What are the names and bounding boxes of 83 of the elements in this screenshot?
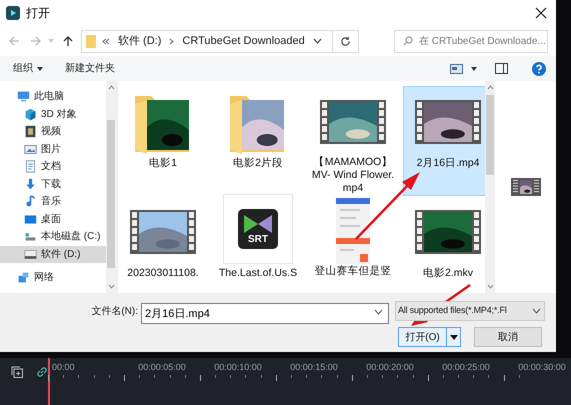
sidebar-item[interactable]: 图片	[0, 140, 106, 158]
scroll-up-icon[interactable]	[108, 85, 114, 90]
computer-icon	[17, 90, 30, 104]
file-item[interactable]: 电影2.mkv	[403, 196, 485, 293]
file-item[interactable]: 202303011108.	[118, 196, 208, 293]
scroll-down-icon[interactable]	[486, 284, 494, 289]
file-name: 电影2片段	[232, 157, 284, 170]
time-label: 00:00	[52, 361, 75, 374]
sidebar-item[interactable]: 音乐	[0, 193, 106, 210]
sidebar-item[interactable]: 软件 (D:)	[0, 246, 106, 263]
preview-pane-icon[interactable]	[495, 63, 508, 74]
drive-icon	[24, 248, 37, 261]
time-label: 00:00:25:00	[442, 361, 490, 374]
dropdown-icon[interactable]	[471, 66, 477, 70]
refresh-icon[interactable]	[340, 36, 351, 46]
new-folder-button[interactable]: 新建文件夹	[65, 61, 115, 76]
time-label: 00:00:15:00	[290, 361, 338, 374]
subtitle-file-icon	[238, 209, 278, 249]
time-label: 00:00:20:00	[366, 361, 414, 374]
file-type-label: SRT	[247, 233, 269, 247]
view-icon[interactable]	[450, 64, 463, 74]
add-track-icon[interactable]	[11, 366, 23, 378]
file-item[interactable]: 登山赛车但是竖	[308, 196, 398, 293]
network-icon	[17, 271, 30, 284]
time-label: 00:00:30:00	[518, 361, 566, 374]
scrollbar[interactable]	[485, 81, 495, 293]
chevron-down-icon[interactable]	[374, 308, 383, 314]
sidebar-item[interactable]: 桌面	[0, 210, 106, 228]
caret-icon	[37, 66, 43, 70]
file-name: 电影1	[148, 157, 178, 170]
file-name: The.Last.of.Us.S	[218, 267, 298, 280]
sidebar-item[interactable]: 网络	[0, 269, 106, 286]
file-name: 登山赛车但是竖	[314, 265, 392, 278]
cube-icon	[24, 108, 37, 121]
file-item[interactable]: 电影1	[118, 86, 208, 196]
file-name-label: 文件名(N):	[90, 304, 139, 318]
sidebar-item[interactable]: 文档	[0, 158, 106, 176]
close-icon[interactable]	[535, 7, 547, 19]
file-name: 2月16日.mp4	[416, 157, 480, 170]
chevron-right-icon[interactable]	[169, 38, 174, 44]
document-icon	[24, 160, 37, 174]
sidebar-item[interactable]: 本地磁盘 (C:)	[0, 228, 106, 246]
sidebar-item[interactable]: 此电脑	[0, 88, 106, 106]
file-name-field[interactable]: 2月16日.mp4	[141, 302, 389, 324]
file-item[interactable]: 2月16日.mp4	[403, 86, 485, 196]
desktop-icon	[24, 212, 37, 226]
chevron-down-icon[interactable]	[313, 38, 322, 44]
address-bar[interactable]: 软件 (D:) CRTubeGet Downloaded	[81, 30, 359, 52]
overflow-chevron-icon[interactable]	[102, 38, 110, 44]
file-type-dropdown[interactable]: All supported files(*.MP4;*.Fl	[395, 301, 545, 321]
file-name: 202303011108.	[126, 267, 200, 280]
breadcrumb-link[interactable]: CRTubeGet Downloaded	[182, 32, 305, 50]
music-note-icon	[24, 195, 37, 208]
link-icon[interactable]	[36, 366, 48, 378]
search-placeholder: 在 CRTubeGet Downloade...	[419, 34, 546, 48]
organize-menu[interactable]: 组织	[13, 61, 43, 76]
download-arrow-icon	[24, 178, 37, 191]
up-icon[interactable]	[62, 35, 74, 47]
image-icon	[24, 142, 37, 156]
search-icon	[403, 36, 413, 46]
folder-icon	[86, 34, 96, 48]
sidebar-item[interactable]: 下载	[0, 176, 106, 193]
file-item[interactable]: 电影2片段	[213, 86, 303, 196]
file-name: 电影2.mkv	[422, 267, 474, 280]
help-icon[interactable]	[532, 62, 546, 76]
sidebar-item[interactable]: 视频	[0, 123, 106, 140]
time-label: 00:00:05:00	[138, 361, 186, 374]
caret-icon	[450, 334, 458, 340]
chevron-down-icon[interactable]	[532, 308, 541, 314]
scrollbar[interactable]	[106, 81, 116, 293]
app-icon	[6, 6, 20, 20]
file-name: 【MAMAMOO】MV- Wind Flower.mp4	[311, 156, 395, 195]
file-item[interactable]: 【MAMAMOO】MV- Wind Flower.mp4	[308, 86, 398, 196]
time-label: 00:00:10:00	[214, 361, 262, 374]
scroll-down-icon[interactable]	[108, 284, 114, 289]
dropdown-button[interactable]	[446, 328, 460, 346]
cancel-button[interactable]: 取消	[474, 327, 542, 347]
window-title: 打开	[26, 5, 50, 22]
film-icon	[24, 125, 37, 138]
scroll-up-icon[interactable]	[486, 85, 494, 90]
search-field[interactable]: 在 CRTubeGet Downloade...	[394, 30, 548, 52]
sidebar-item[interactable]: 3D 对象	[0, 106, 106, 123]
breadcrumb-link[interactable]: 软件 (D:)	[118, 32, 162, 50]
